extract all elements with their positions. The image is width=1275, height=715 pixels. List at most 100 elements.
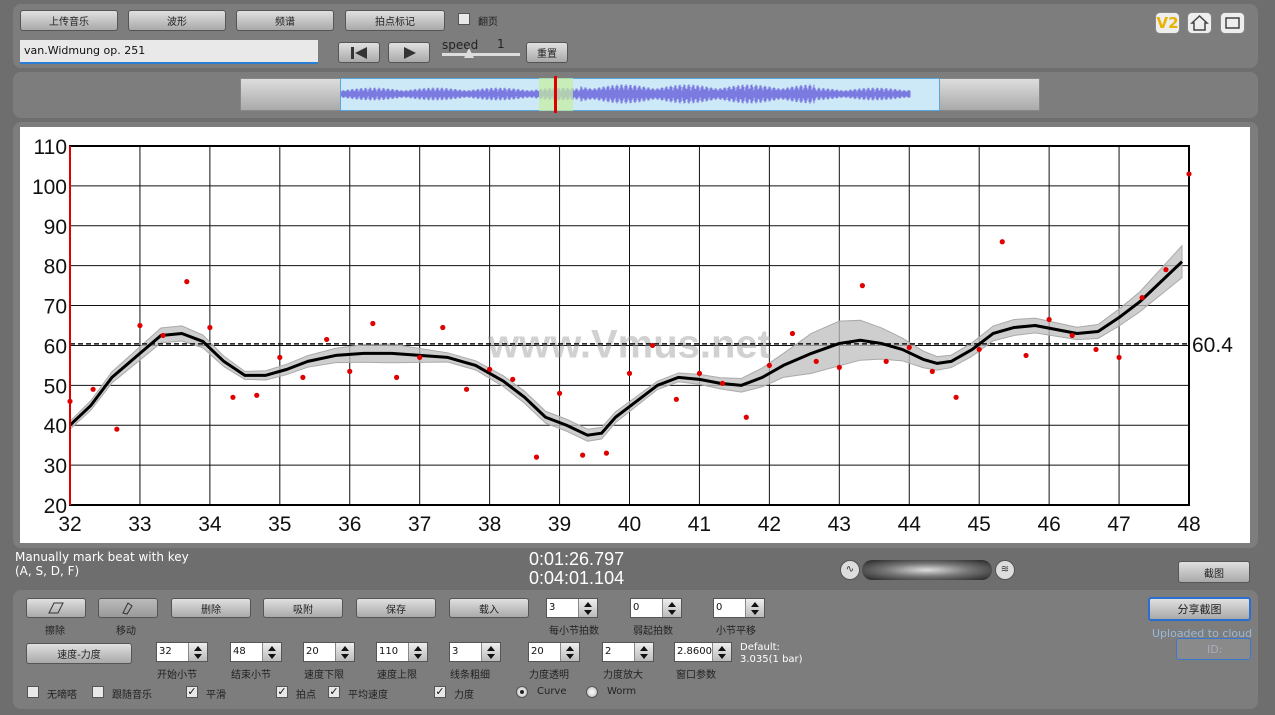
flip-page-checkbox[interactable]	[458, 13, 470, 25]
time-current: 0:01:26.797	[529, 549, 625, 569]
id-label: ID:	[1207, 643, 1223, 656]
beat-point	[789, 330, 796, 337]
tempo-min-label: 速度下限	[304, 670, 344, 681]
beat-point	[1186, 171, 1192, 177]
v2-icon[interactable]: V2	[1155, 12, 1180, 34]
tempo-chart[interactable]: 32 33 34 35 36 37 38 39 40 41 42 43 44 45 46 47 48203040…	[20, 127, 1250, 543]
reset-button[interactable]: 重置	[526, 42, 568, 63]
window-param-label: 窗口参数	[676, 670, 716, 681]
beat-point	[696, 370, 703, 376]
beat-mark-button[interactable]: 拍点标记	[345, 10, 445, 31]
snap-button[interactable]: 吸附	[263, 598, 343, 618]
x-tick-label: 42	[758, 513, 781, 536]
volume-track[interactable]	[862, 560, 992, 580]
y-tick-label: 80	[44, 256, 67, 279]
worm-label: Worm	[607, 686, 637, 697]
line-width-stepper[interactable]: 3	[449, 642, 501, 662]
home-icon[interactable]	[1187, 12, 1212, 34]
play-button[interactable]	[388, 42, 430, 63]
tempo-max-stepper[interactable]: 110	[376, 642, 428, 662]
weak-beats-label: 弱起拍数	[633, 626, 673, 637]
beat-point	[556, 390, 563, 396]
screenshot-button[interactable]: 截图	[1178, 561, 1250, 583]
curve-radio[interactable]	[516, 686, 528, 698]
speed-value: 1	[497, 37, 505, 51]
worm-radio[interactable]	[586, 686, 598, 698]
beat-point	[184, 279, 190, 285]
beat-point	[953, 394, 959, 400]
move-button[interactable]	[98, 598, 158, 618]
track-name-field[interactable]: van.Widmung op. 251	[20, 40, 318, 64]
beats-per-bar-stepper[interactable]: 3	[546, 598, 598, 618]
flip-page-label: 翻页	[478, 17, 498, 28]
spectrum-button[interactable]: 频谱	[236, 10, 334, 31]
x-tick-label: 40	[618, 513, 641, 536]
beat-point	[207, 324, 213, 331]
beat-point	[673, 396, 679, 402]
share-screenshot-button[interactable]: 分享截图	[1148, 597, 1251, 621]
beat-point	[137, 322, 143, 329]
beat-point	[440, 324, 446, 331]
beat-point	[394, 374, 400, 380]
window-param-stepper[interactable]: 2.8600	[674, 642, 732, 662]
beat-point	[906, 344, 912, 351]
bar-shift-label: 小节平移	[716, 626, 756, 637]
playhead-marker[interactable]	[554, 76, 557, 113]
y-tick-label: 60	[44, 335, 67, 358]
beats-checkbox[interactable]: ✓	[276, 686, 288, 698]
dyn-scale-stepper[interactable]: 2	[602, 642, 654, 662]
dyn-scale-label: 力度放大	[603, 670, 643, 681]
beat-point	[277, 354, 283, 361]
speed-slider-thumb[interactable]	[464, 48, 474, 58]
beat-point	[883, 358, 889, 364]
beat-point	[719, 380, 726, 386]
waveform-button[interactable]: 波形	[128, 10, 226, 31]
waveform-selection[interactable]	[340, 78, 940, 111]
x-tick-label: 36	[338, 513, 361, 536]
x-tick-label: 35	[268, 513, 291, 536]
end-bar-label: 结束小节	[231, 670, 271, 681]
instruction-line1: Manually mark beat with key	[15, 550, 189, 564]
dyn-alpha-stepper[interactable]: 20	[528, 642, 580, 662]
waveform-graphic	[340, 84, 911, 104]
load-button[interactable]: 载入	[449, 598, 529, 618]
delete-button[interactable]: 删除	[171, 598, 251, 618]
move-icon	[122, 602, 133, 615]
weak-beats-stepper[interactable]: 0	[630, 598, 682, 618]
beat-point	[1139, 294, 1145, 301]
start-bar-stepper[interactable]: 32	[156, 642, 208, 662]
beats-per-bar-label: 每小节拍数	[549, 626, 599, 637]
beat-point	[1116, 354, 1122, 361]
beat-point	[1093, 346, 1099, 353]
x-tick-label: 38	[478, 513, 501, 536]
bar-shift-stepper[interactable]: 0	[713, 598, 765, 618]
skip-back-button[interactable]	[338, 42, 380, 63]
tempo-min-stepper[interactable]: 20	[303, 642, 355, 662]
beats-label: 拍点	[296, 690, 316, 701]
no-click-checkbox[interactable]	[27, 686, 39, 698]
follow-music-label: 跟随音乐	[112, 690, 152, 701]
save-button[interactable]: 保存	[356, 598, 436, 618]
beat-point	[929, 368, 935, 374]
avg-tempo-checkbox[interactable]: ✓	[328, 686, 340, 698]
follow-music-checkbox[interactable]	[92, 686, 104, 698]
fullscreen-icon[interactable]	[1220, 12, 1245, 34]
smooth-checkbox[interactable]: ✓	[186, 686, 198, 698]
x-tick-label: 48	[1177, 513, 1200, 536]
upload-music-button[interactable]: 上传音乐	[20, 10, 118, 31]
dynamics-label: 力度	[454, 690, 474, 701]
curve-label: Curve	[537, 686, 567, 697]
beat-point	[487, 366, 493, 372]
mode-button[interactable]: 速度-力度	[26, 643, 132, 664]
end-bar-stepper[interactable]: 48	[230, 642, 282, 662]
volume-control[interactable]: ∿ ≋	[840, 558, 1015, 582]
chart-area[interactable]: 32 33 34 35 36 37 38 39 40 41 42 43 44 45 46 47 48 20 30 40…	[20, 127, 1250, 543]
erase-button[interactable]	[26, 598, 86, 618]
beat-point	[649, 342, 656, 349]
time-total: 0:04:01.104	[529, 568, 625, 588]
beat-point	[533, 454, 540, 460]
id-field[interactable]: ID:	[1176, 638, 1251, 660]
dynamics-checkbox[interactable]: ✓	[434, 686, 446, 698]
beat-point	[463, 386, 470, 392]
speed-slider[interactable]	[442, 48, 520, 58]
